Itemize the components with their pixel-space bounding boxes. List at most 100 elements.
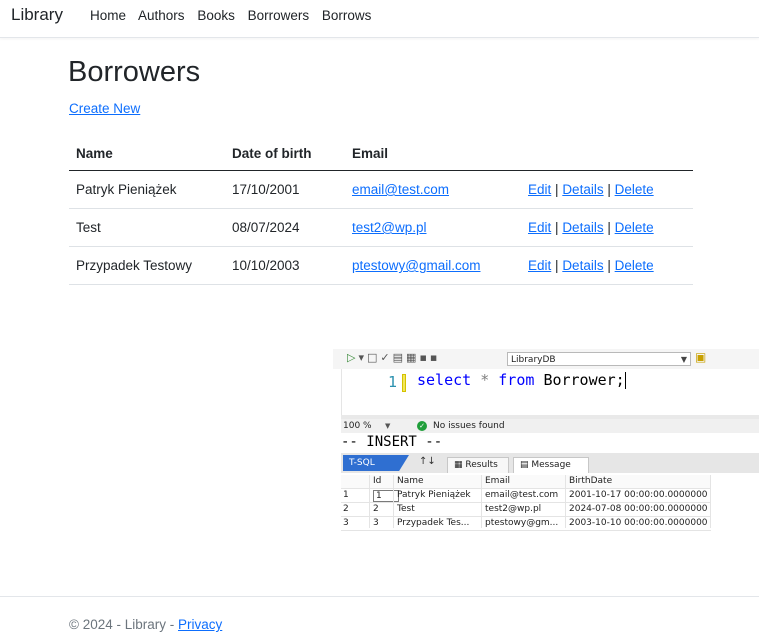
results-to-icon[interactable]: ▦ — [406, 351, 419, 364]
navbar: Library Home Authors Books Borrowers Bor… — [0, 0, 759, 38]
row-email-link[interactable]: email@test.com — [352, 182, 449, 197]
grid-header-id[interactable]: Id — [373, 476, 393, 486]
nav-home[interactable]: Home — [90, 8, 126, 23]
grid-cell-birthdate[interactable]: 2003-10-10 00:00:00.0000000 — [569, 518, 709, 528]
nav-borrowers[interactable]: Borrowers — [248, 8, 310, 23]
keyword-select: select — [417, 371, 472, 389]
table-header: Name Date of birth Email — [69, 134, 693, 171]
nav-links: Home Authors Books Borrowers Borrows — [90, 8, 380, 23]
properties-icon[interactable]: ▣ — [695, 350, 706, 364]
issues-status: No issues found — [433, 421, 505, 431]
edit-link[interactable]: Edit — [528, 220, 551, 235]
operator-star: * — [480, 371, 490, 389]
separator: | — [607, 258, 611, 273]
message-icon: ▤ — [520, 460, 532, 470]
grid-icon[interactable]: ▪ — [419, 351, 429, 364]
nav-books[interactable]: Books — [197, 8, 235, 23]
grid-header-name[interactable]: Name — [397, 476, 481, 486]
grid-cell-name[interactable]: Test — [397, 504, 481, 514]
edit-link[interactable]: Edit — [528, 258, 551, 273]
separator: | — [607, 182, 611, 197]
edit-link[interactable]: Edit — [528, 182, 551, 197]
copyright-text: © 2024 - Library - — [69, 617, 178, 632]
grid-row: 3 3 Przypadek Tes... ptestowy@gm... 2003… — [341, 517, 711, 531]
tab-message[interactable]: ▤ Message — [513, 457, 589, 473]
tab-results[interactable]: ▦ Results — [447, 457, 509, 473]
grid-header-email[interactable]: Email — [485, 476, 559, 486]
editor-status-bar: 100 % ▼ ✓ No issues found — [341, 419, 759, 433]
grid-cell-email[interactable]: email@test.com — [485, 490, 559, 500]
plan-icon[interactable]: ▤ — [393, 351, 406, 364]
create-new-link[interactable]: Create New — [69, 101, 140, 116]
row-name: Patryk Pieniążek — [76, 182, 177, 197]
row-actions: Edit | Details | Delete — [528, 220, 654, 235]
tab-tsql[interactable]: T-SQL — [343, 455, 409, 471]
tab-message-label: Message — [531, 460, 571, 470]
zoom-level[interactable]: 100 % — [343, 419, 372, 433]
grid-cell-email[interactable]: ptestowy@gm... — [485, 518, 559, 528]
grid-divider — [565, 475, 566, 528]
row-email-link[interactable]: ptestowy@gmail.com — [352, 258, 481, 273]
page-title: Borrowers — [68, 56, 201, 88]
grid-cell-birthdate[interactable]: 2001-10-17 00:00:00.0000000 — [569, 490, 709, 500]
grid-divider — [369, 475, 370, 528]
grid-row-index[interactable]: 3 — [343, 518, 363, 528]
delete-link[interactable]: Delete — [615, 182, 654, 197]
grid-row: 2 2 Test test2@wp.pl 2024-07-08 00:00:00… — [341, 503, 711, 517]
sort-arrows-icon[interactable]: ↑↓ — [419, 456, 436, 467]
database-select[interactable]: LibraryDB ▼ — [507, 352, 691, 366]
nav-authors[interactable]: Authors — [138, 8, 185, 23]
row-email-link[interactable]: test2@wp.pl — [352, 220, 427, 235]
nav-borrows[interactable]: Borrows — [322, 8, 372, 23]
row-name: Test — [76, 220, 101, 235]
dropdown-icon[interactable]: ▾ — [358, 351, 367, 364]
text-cursor — [624, 372, 626, 389]
grid-cell-name[interactable]: Przypadek Tes... — [397, 518, 481, 528]
vim-mode-indicator: -- INSERT -- — [341, 434, 443, 450]
grid-cell-id[interactable]: 2 — [373, 504, 393, 514]
grid-header-birthdate[interactable]: BirthDate — [569, 476, 709, 486]
details-link[interactable]: Details — [562, 258, 603, 273]
row-dob: 17/10/2001 — [232, 182, 300, 197]
row-name: Przypadek Testowy — [76, 258, 193, 273]
grid-row: 1 1 Patryk Pieniążek email@test.com 2001… — [341, 489, 711, 503]
execute-icon[interactable]: ▷ — [347, 351, 358, 364]
check-circle-icon: ✓ — [417, 421, 427, 431]
table-row: Patryk Pieniążek 17/10/2001 email@test.c… — [69, 171, 693, 209]
grid-header-row: Id Name Email BirthDate — [341, 475, 711, 489]
grid-cell-name[interactable]: Patryk Pieniążek — [397, 490, 481, 500]
header-email: Email — [352, 146, 389, 161]
grid-cell-id[interactable]: 1 — [373, 490, 399, 502]
delete-link[interactable]: Delete — [615, 258, 654, 273]
tab-results-label: Results — [465, 460, 498, 470]
grid-icon: ▦ — [454, 460, 466, 470]
grid-divider — [393, 475, 394, 528]
separator: | — [555, 182, 559, 197]
ssms-screenshot: ▷▾□✓▤▦▪▪ LibraryDB ▼ ▣ 1 select * from B… — [333, 349, 759, 559]
grid-cell-birthdate[interactable]: 2024-07-08 00:00:00.0000000 — [569, 504, 709, 514]
chevron-down-icon[interactable]: ▼ — [385, 419, 390, 433]
stop-icon[interactable]: □ — [367, 351, 380, 364]
grid-cell-id[interactable]: 3 — [373, 518, 393, 528]
check-icon[interactable]: ✓ — [380, 351, 392, 364]
details-link[interactable]: Details — [562, 220, 603, 235]
table-row: Przypadek Testowy 10/10/2003 ptestowy@gm… — [69, 247, 693, 285]
delete-link[interactable]: Delete — [615, 220, 654, 235]
header-name: Name — [76, 146, 113, 161]
grid-row-index[interactable]: 2 — [343, 504, 363, 514]
navbar-brand[interactable]: Library — [11, 5, 63, 25]
text-icon[interactable]: ▪ — [430, 351, 440, 364]
grid-row-index[interactable]: 1 — [343, 490, 363, 500]
details-link[interactable]: Details — [562, 182, 603, 197]
row-actions: Edit | Details | Delete — [528, 258, 654, 273]
footer: © 2024 - Library - Privacy — [0, 596, 759, 634]
separator: | — [555, 258, 559, 273]
chevron-down-icon: ▼ — [680, 355, 687, 364]
privacy-link[interactable]: Privacy — [178, 617, 222, 632]
change-indicator — [402, 374, 406, 392]
grid-cell-email[interactable]: test2@wp.pl — [485, 504, 559, 514]
database-name: LibraryDB — [511, 355, 556, 365]
grid-divider — [710, 475, 711, 528]
query-editor[interactable]: 1 select * from Borrower; — [341, 369, 759, 415]
query-code: select * from Borrower; — [417, 371, 626, 389]
